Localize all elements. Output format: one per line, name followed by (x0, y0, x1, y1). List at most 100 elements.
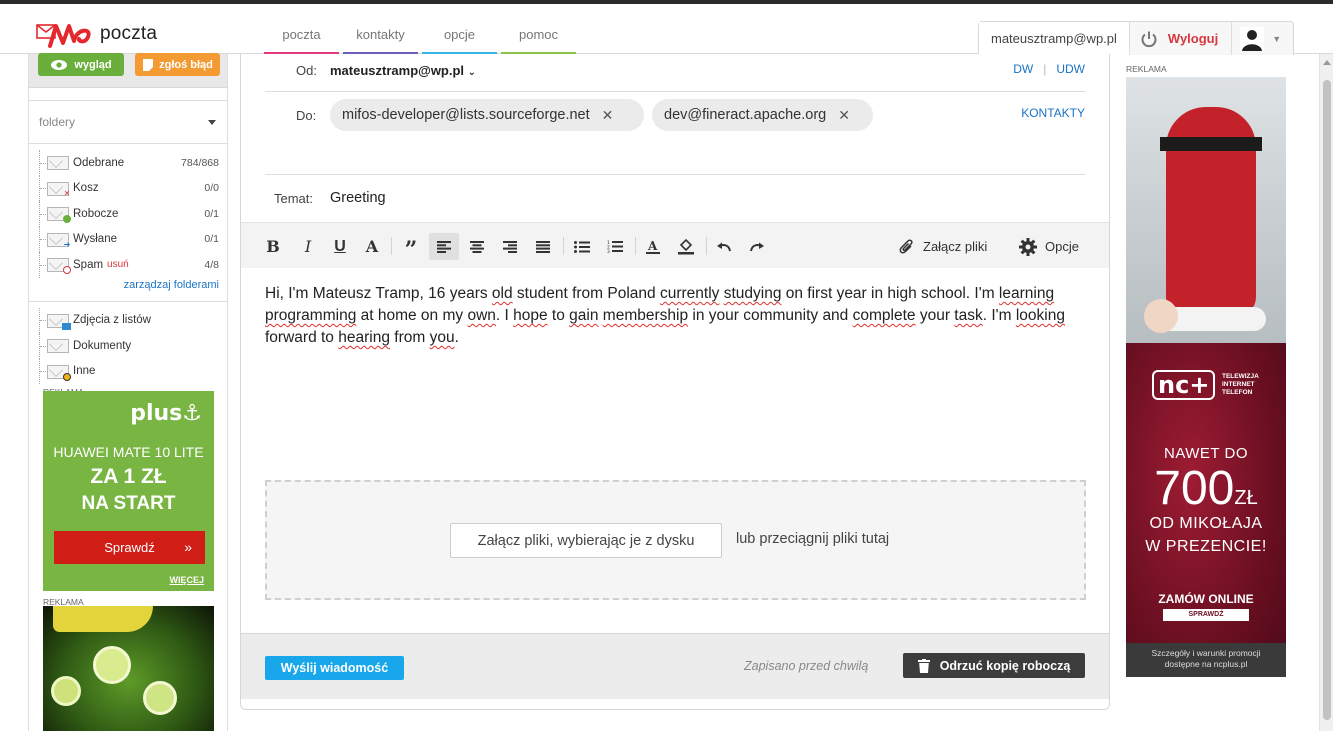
bullet-list-icon[interactable] (567, 233, 597, 260)
toolbar-divider (391, 237, 392, 255)
folder-odebrane[interactable]: Odebrane 784/868 (29, 150, 227, 176)
italic-icon[interactable]: I (293, 233, 323, 260)
folder-count: 4/8 (204, 258, 219, 271)
ncplus-service: INTERNET (1222, 381, 1255, 388)
ad-cta-button[interactable]: Sprawdź » (54, 531, 205, 564)
eye-icon (51, 59, 68, 70)
from-value: mateusztramp@wp.pl (330, 63, 465, 78)
nav-label: pomoc (518, 27, 559, 42)
bug-note-icon (143, 58, 154, 71)
draft-envelope-icon (47, 207, 71, 223)
folders-dropdown[interactable]: foldery (29, 100, 227, 144)
divider (265, 91, 1085, 92)
remove-recipient-icon[interactable]: ✕ (838, 107, 850, 124)
svg-text:3: 3 (607, 249, 610, 253)
santa-head (1144, 299, 1178, 333)
tree-line (39, 226, 48, 252)
align-right-icon[interactable] (495, 233, 525, 260)
ncplus-service: TELEFON (1222, 389, 1253, 396)
folder-name: Spam (73, 258, 104, 271)
folder-inne[interactable]: Inne (29, 358, 227, 384)
folder-dokumenty[interactable]: Dokumenty (29, 333, 227, 359)
bullet-list-glyph (574, 240, 590, 253)
from-label: Od: (296, 63, 317, 78)
folder-robocze[interactable]: Robocze 0/1 (29, 201, 227, 227)
highlight-icon[interactable] (671, 233, 701, 260)
recipient-chip[interactable]: dev@fineract.apache.org ✕ (652, 99, 873, 131)
cc-link[interactable]: DW (1013, 62, 1033, 76)
send-button[interactable]: Wyślij wiadomość (265, 656, 404, 680)
underline-icon[interactable]: U (325, 233, 355, 260)
font-size-icon[interactable]: A (357, 233, 387, 260)
wyglad-button[interactable]: wygląd (38, 53, 124, 76)
toolbar-divider (563, 237, 564, 255)
ad-line: NA START (81, 493, 176, 514)
discard-draft-button[interactable]: Odrzuć kopię roboczą (903, 653, 1085, 678)
page-scrollbar[interactable] (1319, 54, 1333, 731)
align-center-icon[interactable] (462, 233, 492, 260)
folder-wyslane[interactable]: ➜ Wysłane 0/1 (29, 226, 227, 252)
spam-delete-link[interactable]: usuń (107, 259, 129, 270)
folder-name: Dokumenty (73, 339, 132, 352)
folders-label: foldery (39, 115, 76, 129)
ad-currency: ZŁ (1234, 487, 1258, 509)
lemon-ad-image[interactable] (43, 606, 214, 731)
ncplus-ad[interactable]: nc+ TELEWIZJA INTERNET TELEFON NAWET DO … (1126, 343, 1286, 677)
nav-kontakty[interactable]: kontakty (341, 4, 420, 54)
align-justify-icon[interactable] (528, 233, 558, 260)
undo-icon[interactable] (709, 233, 739, 260)
plus-ad[interactable]: plus⚓ HUAWEI MATE 10 LITE ZA 1 ZŁ NA STA… (43, 391, 214, 591)
logout-button[interactable]: Wyloguj (1130, 22, 1233, 55)
account-menu[interactable]: ▼ (1232, 22, 1289, 55)
text-color-icon[interactable]: A (638, 233, 668, 260)
choose-files-button[interactable]: Załącz pliki, wybierając je z dysku (450, 523, 722, 558)
scrollbar-thumb[interactable] (1323, 80, 1331, 720)
attachment-dropzone[interactable]: Załącz pliki, wybierając je z dysku lub … (265, 480, 1086, 600)
manage-folders-link[interactable]: zarządzaj folderami (29, 279, 227, 299)
recipient-chip[interactable]: mifos-developer@lists.sourceforge.net ✕ (330, 99, 644, 131)
folder-name: Robocze (73, 207, 119, 220)
plus-logo: plus⚓ (130, 401, 202, 426)
attach-files-button[interactable]: Załącz pliki (899, 233, 987, 260)
ad-footnote-line: dostępne na ncplus.pl (1164, 659, 1248, 669)
remove-recipient-icon[interactable]: ✕ (602, 107, 614, 124)
align-justify-glyph (536, 240, 550, 253)
ad-label: REKLAMA (1126, 64, 1167, 74)
ad-more-link[interactable]: WIĘCEJ (169, 575, 204, 585)
folder-kosz[interactable]: ✕ Kosz 0/0 (29, 175, 227, 201)
editor-toolbar: B I U A ” 123 A Załącz pliki Opcje (241, 222, 1109, 268)
from-select[interactable]: mateusztramp@wp.pl ⌄ (330, 63, 476, 78)
paperclip-icon (899, 238, 913, 253)
main-nav: poczta kontakty opcje pomoc (262, 4, 578, 54)
user-email[interactable]: mateusztramp@wp.pl (979, 22, 1130, 55)
paint-bucket-glyph (678, 238, 694, 255)
redo-icon[interactable] (742, 233, 772, 260)
subject-input[interactable]: Greeting (330, 190, 386, 206)
cc-links: DW | UDW (1013, 62, 1085, 76)
wyglad-label: wygląd (74, 58, 112, 71)
nav-poczta[interactable]: poczta (262, 4, 341, 54)
santa-ad-image[interactable] (1126, 77, 1286, 343)
ad-cta-text[interactable]: ZAMÓW ONLINE (1126, 592, 1286, 606)
trash-icon (917, 658, 930, 673)
bcc-link[interactable]: UDW (1056, 62, 1085, 76)
attach-files-label: Załącz pliki (923, 239, 988, 254)
nav-opcje[interactable]: opcje (420, 4, 499, 54)
compose-panel: Od: mateusztramp@wp.pl ⌄ DW | UDW Do: mifo… (240, 54, 1110, 710)
wp-logo[interactable]: poczta (36, 18, 157, 50)
folder-zdjecia[interactable]: Zdjęcia z listów (29, 307, 227, 333)
contacts-link[interactable]: KONTAKTY (1021, 106, 1085, 120)
scroll-up-icon[interactable] (1323, 60, 1331, 65)
nav-pomoc[interactable]: pomoc (499, 4, 578, 54)
numbered-list-icon[interactable]: 123 (600, 233, 630, 260)
align-left-icon[interactable] (429, 233, 459, 260)
folder-count: 0/1 (204, 233, 219, 246)
folder-name: Inne (73, 365, 96, 378)
options-button[interactable]: Opcje (1019, 233, 1079, 260)
report-bug-button[interactable]: zgłoś błąd (135, 53, 220, 76)
bold-icon[interactable]: B (258, 233, 288, 260)
folder-spam[interactable]: Spam usuń 4/8 (29, 252, 227, 278)
ad-cta-button[interactable]: SPRAWDŹ (1163, 609, 1249, 621)
quote-icon[interactable]: ” (396, 233, 426, 263)
message-body-editor[interactable]: Hi, I'm Mateusz Tramp, 16 years old stud… (265, 283, 1090, 349)
